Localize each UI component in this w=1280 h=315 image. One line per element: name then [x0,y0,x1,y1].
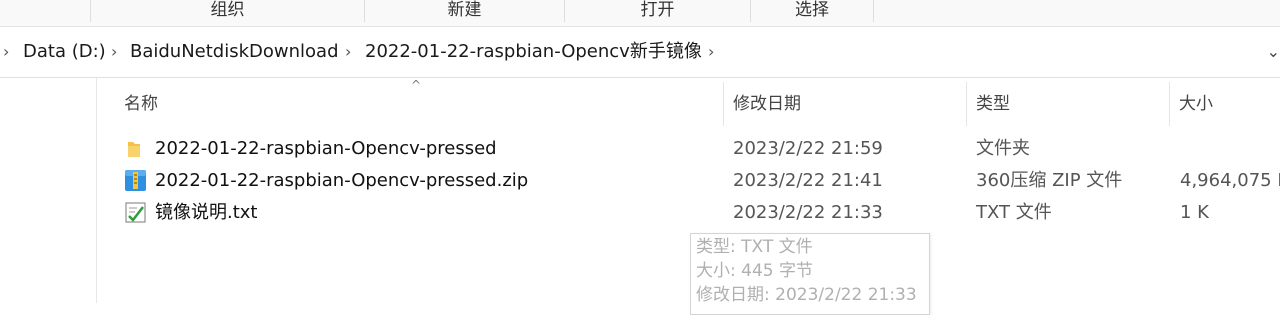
file-row[interactable]: 2022-01-22-raspbian-Opencv-pressed 2023/… [97,133,1280,165]
breadcrumb-separator[interactable]: › [111,39,117,65]
file-date: 2023/2/22 21:59 [733,138,883,159]
breadcrumb-item-drive[interactable]: Data (D:) [23,39,106,65]
tooltip-date: 修改日期: 2023/2/22 21:33 [696,285,917,305]
column-header-name[interactable]: 名称 [124,92,158,116]
ribbon-group-select[interactable]: 选择 [750,0,874,22]
column-header-date[interactable]: 修改日期 [733,92,801,116]
file-name[interactable]: 镜像说明.txt [155,197,258,229]
column-divider[interactable] [966,82,967,126]
address-bar[interactable]: › Data (D:) › BaiduNetdiskDownload › 202… [0,27,1280,78]
file-type: 360压缩 ZIP 文件 [976,170,1123,191]
navigation-pane[interactable] [0,78,97,303]
file-name[interactable]: 2022-01-22-raspbian-Opencv-pressed.zip [155,165,528,197]
chevron-down-icon[interactable]: ⌄ [1267,39,1280,65]
ribbon-group-open[interactable]: 打开 [564,0,750,22]
column-divider[interactable] [723,82,724,126]
file-size: 1 K [1180,202,1209,223]
ribbon-group-new[interactable]: 新建 [364,0,564,22]
zip-archive-icon [125,170,146,191]
file-row[interactable]: 2022-01-22-raspbian-Opencv-pressed.zip 2… [97,165,1280,197]
breadcrumb-separator[interactable]: › [708,39,714,65]
breadcrumb-separator[interactable]: › [345,39,351,65]
column-header: ^ 名称 修改日期 类型 大小 [97,78,1280,128]
ribbon-toolbar: 组织 新建 打开 选择 [0,0,1280,27]
file-date: 2023/2/22 21:41 [733,170,883,191]
file-size: 4,964,075 K [1180,170,1280,191]
file-type: 文件夹 [976,138,1030,159]
breadcrumb-separator[interactable]: › [3,39,9,65]
breadcrumb-item-current-folder[interactable]: 2022-01-22-raspbian-Opencv新手镜像 [365,39,702,65]
file-type: TXT 文件 [976,202,1052,223]
tooltip-size: 大小: 445 字节 [696,261,813,281]
column-header-size[interactable]: 大小 [1179,92,1213,116]
breadcrumb-item-baidunetdisk[interactable]: BaiduNetdiskDownload [130,39,339,65]
column-divider[interactable] [1169,82,1170,126]
file-date: 2023/2/22 21:33 [733,202,883,223]
folder-icon [128,142,140,157]
ribbon-group-organize[interactable]: 组织 [90,0,364,22]
column-header-type[interactable]: 类型 [976,92,1010,116]
tooltip-type: 类型: TXT 文件 [696,237,813,257]
file-name[interactable]: 2022-01-22-raspbian-Opencv-pressed [155,133,497,165]
sort-ascending-icon: ^ [411,78,422,92]
file-row[interactable]: 镜像说明.txt 2023/2/22 21:33 TXT 文件 1 K [97,197,1280,229]
text-file-icon [125,202,146,223]
